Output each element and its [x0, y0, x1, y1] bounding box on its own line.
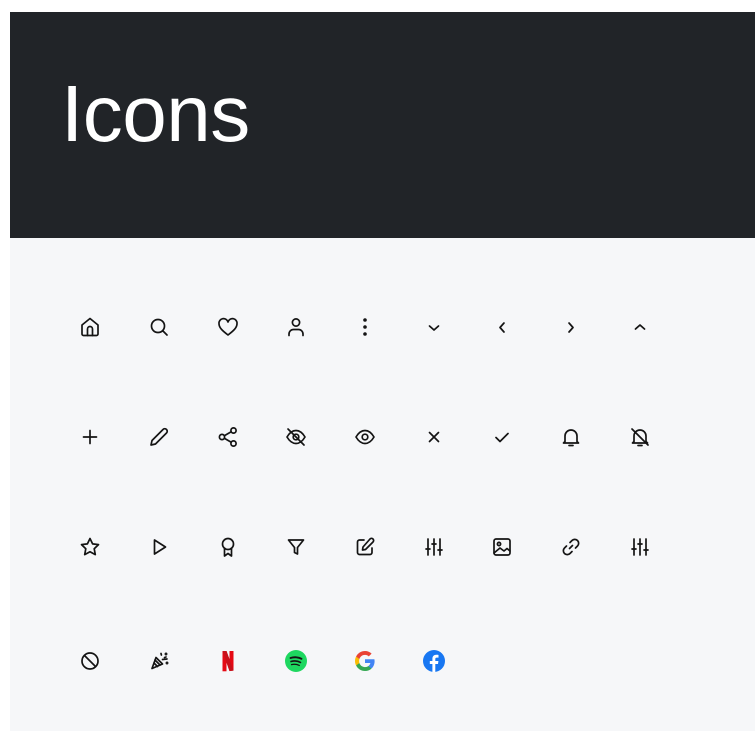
play-icon[interactable] [147, 535, 171, 559]
image-icon[interactable] [490, 535, 514, 559]
more-vertical-icon[interactable] [353, 315, 377, 339]
heart-icon[interactable] [216, 315, 240, 339]
eye-icon[interactable] [353, 425, 377, 449]
header: Icons [10, 12, 755, 238]
bell-off-icon[interactable] [628, 425, 652, 449]
facebook-logo-icon[interactable] [422, 649, 446, 673]
award-icon[interactable] [216, 535, 240, 559]
check-icon[interactable] [490, 425, 514, 449]
confetti-icon[interactable] [147, 649, 171, 673]
eye-off-icon[interactable] [284, 425, 308, 449]
pencil-icon[interactable] [147, 425, 171, 449]
ban-icon[interactable] [78, 649, 102, 673]
star-icon[interactable] [78, 535, 102, 559]
search-icon[interactable] [147, 315, 171, 339]
chevron-down-icon[interactable] [422, 315, 446, 339]
plus-icon[interactable] [78, 425, 102, 449]
page: Icons [10, 12, 755, 731]
home-icon[interactable] [78, 315, 102, 339]
netflix-logo-icon[interactable] [216, 649, 240, 673]
edit-icon[interactable] [353, 535, 377, 559]
page-title: Icons [61, 69, 250, 158]
sliders-icon[interactable] [422, 535, 446, 559]
user-icon[interactable] [284, 315, 308, 339]
google-logo-icon[interactable] [353, 649, 377, 673]
chevron-left-icon[interactable] [490, 315, 514, 339]
share-icon[interactable] [216, 425, 240, 449]
sliders-icon[interactable] [628, 535, 652, 559]
link-icon[interactable] [559, 535, 583, 559]
bell-icon[interactable] [559, 425, 583, 449]
chevron-right-icon[interactable] [559, 315, 583, 339]
close-icon[interactable] [422, 425, 446, 449]
spotify-logo-icon[interactable] [284, 649, 308, 673]
filter-icon[interactable] [284, 535, 308, 559]
chevron-up-icon[interactable] [628, 315, 652, 339]
